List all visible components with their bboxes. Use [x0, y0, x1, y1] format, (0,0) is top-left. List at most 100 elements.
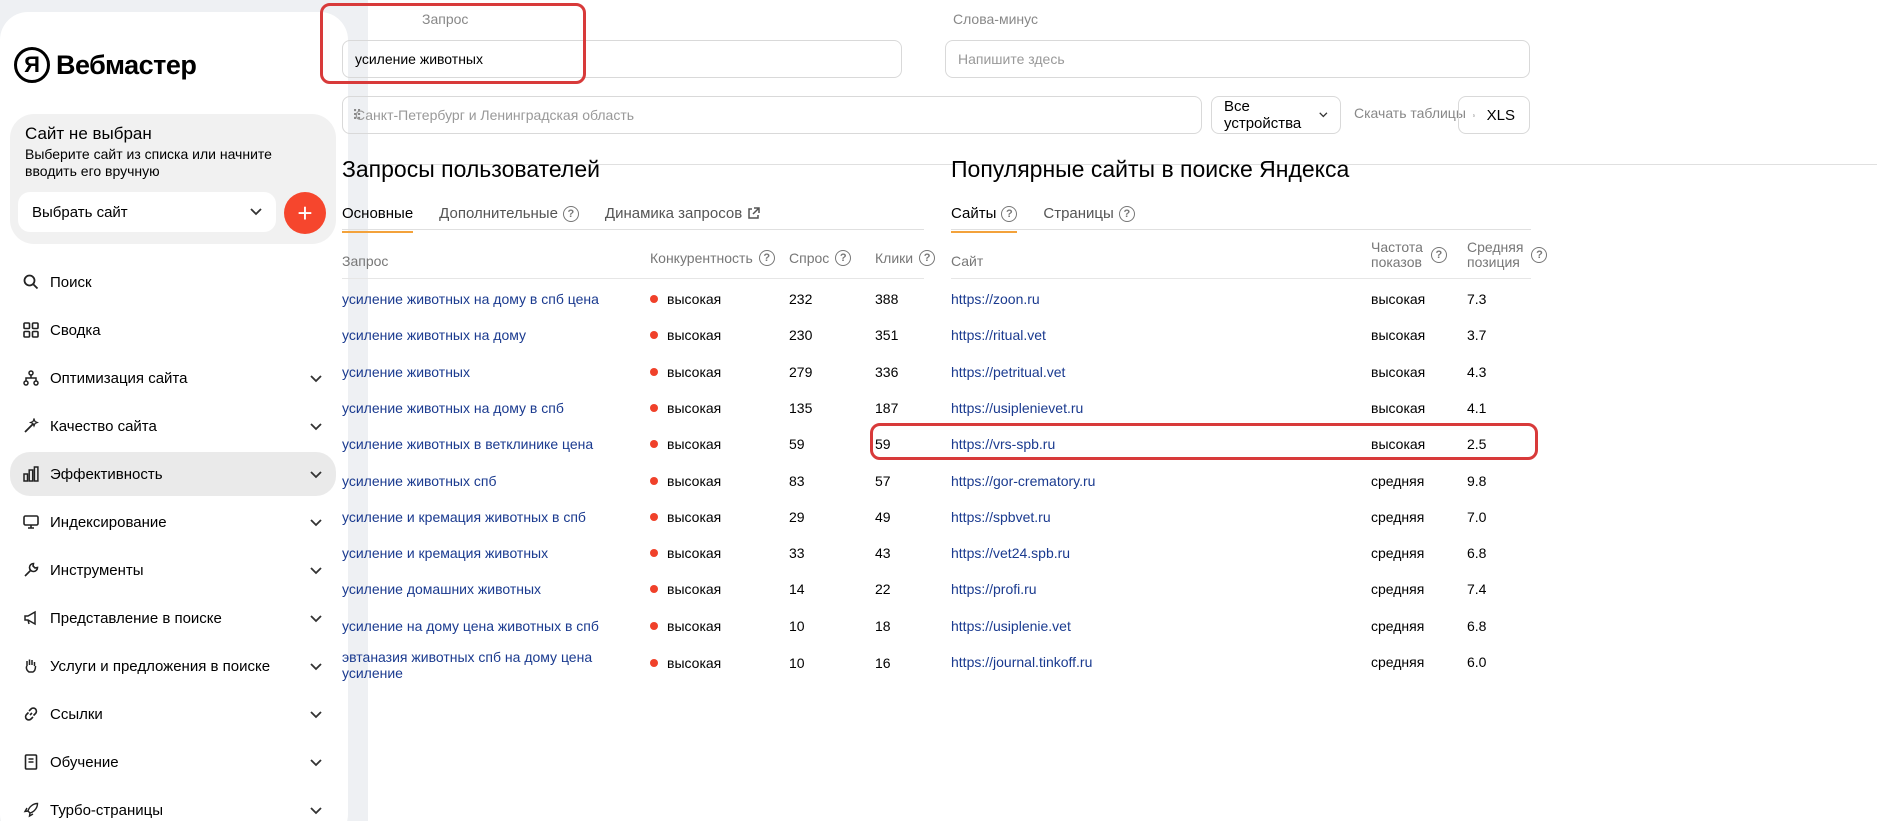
site-link[interactable]: https://spbvet.ru	[951, 509, 1051, 525]
tab-pages[interactable]: Страницы?	[1043, 205, 1135, 232]
help-icon[interactable]: ?	[1118, 205, 1135, 222]
minus-words-input[interactable]: Напишите здесь	[945, 40, 1530, 78]
competition-dot-icon	[650, 512, 658, 521]
tab-dynamics[interactable]: Динамика запросов	[605, 205, 760, 232]
help-icon[interactable]: ?	[758, 250, 775, 266]
query-link[interactable]: усиление животных на дому	[342, 327, 526, 343]
clicks-cell: 18	[875, 617, 891, 634]
query-link[interactable]: эвтаназия животных спб на дому цена	[342, 649, 592, 665]
chevron-down-icon[interactable]	[310, 706, 322, 723]
query-link[interactable]: усиление и кремация животных	[342, 545, 548, 561]
frequency-cell: средняя	[1371, 654, 1425, 670]
help-icon[interactable]: ?	[919, 250, 936, 266]
query-link[interactable]: усиление и кремация животных в спб	[342, 509, 586, 525]
col-position-label-line2: позиция	[1467, 254, 1520, 270]
position-cell: 3.7	[1467, 327, 1487, 344]
competition-value: высокая	[667, 436, 722, 453]
logo-text: Вебмастер	[56, 49, 197, 80]
competition-dot-icon	[650, 476, 658, 485]
sidebar-item-6[interactable]: Инструменты	[10, 548, 336, 592]
devices-select-value: Все устройства	[1224, 98, 1302, 132]
help-icon[interactable]: ?	[562, 205, 579, 222]
query-link[interactable]: усиление животных	[342, 364, 470, 380]
sidebar-item-9[interactable]: Ссылки	[10, 692, 336, 736]
competition-value: высокая	[667, 655, 722, 671]
logo[interactable]: Я Вебмастер	[14, 47, 197, 83]
clicks-cell: 57	[875, 472, 891, 489]
help-icon[interactable]: ?	[835, 250, 852, 266]
query-link[interactable]: усиление животных в ветклинике цена	[342, 436, 593, 452]
chevron-down-icon[interactable]	[310, 466, 322, 483]
sidebar-item-11[interactable]: Турбо-страницы	[10, 788, 336, 821]
query-link[interactable]: усиление на дому цена животных в спб	[342, 618, 599, 634]
site-link[interactable]: https://ritual.vet	[951, 327, 1046, 343]
query-link[interactable]: усиление животных на дому в спб цена	[342, 291, 599, 307]
tab-main[interactable]: Основные	[342, 205, 414, 233]
chevron-down-icon[interactable]	[310, 562, 322, 579]
grid-icon	[22, 321, 40, 339]
sidebar-item-label: Оптимизация сайта	[50, 369, 188, 387]
query-link[interactable]: усиление домашних животных	[342, 581, 541, 597]
chevron-down-icon[interactable]	[310, 418, 322, 435]
chevron-down-icon[interactable]	[310, 658, 322, 675]
sidebar-item-label: Обучение	[50, 753, 119, 771]
col-frequency-label-line1: Частота	[1371, 239, 1423, 255]
xls-download-button[interactable]: XLS	[1458, 96, 1530, 134]
chevron-down-icon[interactable]	[310, 514, 322, 531]
frequency-cell: средняя	[1371, 472, 1425, 489]
sidebar-item-label: Эффективность	[50, 465, 163, 483]
add-site-button[interactable]: +	[284, 192, 326, 234]
site-select-dropdown[interactable]: Выбрать сайт	[18, 192, 276, 232]
competition-dot-icon	[650, 440, 658, 449]
position-cell: 6.0	[1467, 654, 1487, 670]
sidebar-item-4[interactable]: Эффективность	[10, 452, 336, 496]
demand-cell: 135	[789, 399, 813, 416]
chevron-down-icon[interactable]	[310, 802, 322, 819]
col-position-label: Средняя позиция	[1467, 240, 1523, 270]
query-link[interactable]: усиление животных на дому в спб	[342, 400, 564, 416]
competition-cell: высокая	[650, 581, 721, 597]
position-cell: 7.4	[1467, 581, 1487, 598]
help-icon[interactable]: ?	[1430, 247, 1447, 263]
site-link[interactable]: https://profi.ru	[951, 581, 1037, 597]
chevron-down-icon[interactable]	[310, 754, 322, 771]
download-tables-label: Скачать таблицы	[1354, 105, 1466, 121]
sidebar-item-2[interactable]: Оптимизация сайта	[10, 356, 336, 400]
col-frequency-label-line2: показов	[1371, 254, 1422, 270]
site-link[interactable]: https://usiplenie.vet	[951, 618, 1071, 634]
tab-sites[interactable]: Сайты?	[951, 205, 1018, 233]
demand-cell: 10	[789, 655, 805, 671]
help-icon[interactable]: ?	[1001, 205, 1018, 222]
chevron-down-icon[interactable]	[310, 610, 322, 627]
sidebar-item-1[interactable]: Сводка	[10, 308, 336, 352]
sidebar-item-8[interactable]: Услуги и предложения в поиске	[10, 644, 336, 688]
clicks-cell: 22	[875, 581, 891, 598]
region-input[interactable]: Санкт-Петербург и Ленинградская область	[342, 96, 1202, 134]
sidebar-item-label: Качество сайта	[50, 417, 157, 435]
sidebar-item-7[interactable]: Представление в поиске	[10, 596, 336, 640]
sitemap-icon	[22, 369, 40, 387]
sidebar-item-5[interactable]: Индексирование	[10, 500, 336, 544]
queries-header-divider	[342, 278, 924, 279]
sidebar-item-10[interactable]: Обучение	[10, 740, 336, 784]
devices-select[interactable]: Все устройства	[1211, 96, 1341, 134]
frequency-cell: средняя	[1371, 617, 1425, 634]
site-link[interactable]: https://zoon.ru	[951, 291, 1040, 307]
site-link[interactable]: https://gor-crematory.ru	[951, 473, 1095, 489]
tab-additional[interactable]: Дополнительные?	[439, 205, 579, 232]
help-icon[interactable]: ?	[1531, 247, 1548, 263]
col-clicks-label: Клики	[875, 250, 914, 266]
chevron-down-icon	[1319, 112, 1328, 118]
query-link[interactable]: усиление животных спб	[342, 473, 497, 489]
site-link[interactable]: https://vet24.spb.ru	[951, 545, 1070, 561]
position-cell: 6.8	[1467, 545, 1487, 562]
site-link[interactable]: https://usiplenievet.ru	[951, 400, 1083, 416]
chevron-down-icon[interactable]	[310, 370, 322, 387]
competition-dot-icon	[650, 403, 658, 412]
query-link-line2[interactable]: усиление	[342, 665, 403, 681]
site-link[interactable]: https://petritual.vet	[951, 364, 1065, 380]
sidebar-item-3[interactable]: Качество сайта	[10, 404, 336, 448]
sidebar-item-0[interactable]: Поиск	[10, 260, 336, 304]
col-query-header: Запрос	[342, 253, 389, 269]
site-link[interactable]: https://journal.tinkoff.ru	[951, 654, 1092, 670]
